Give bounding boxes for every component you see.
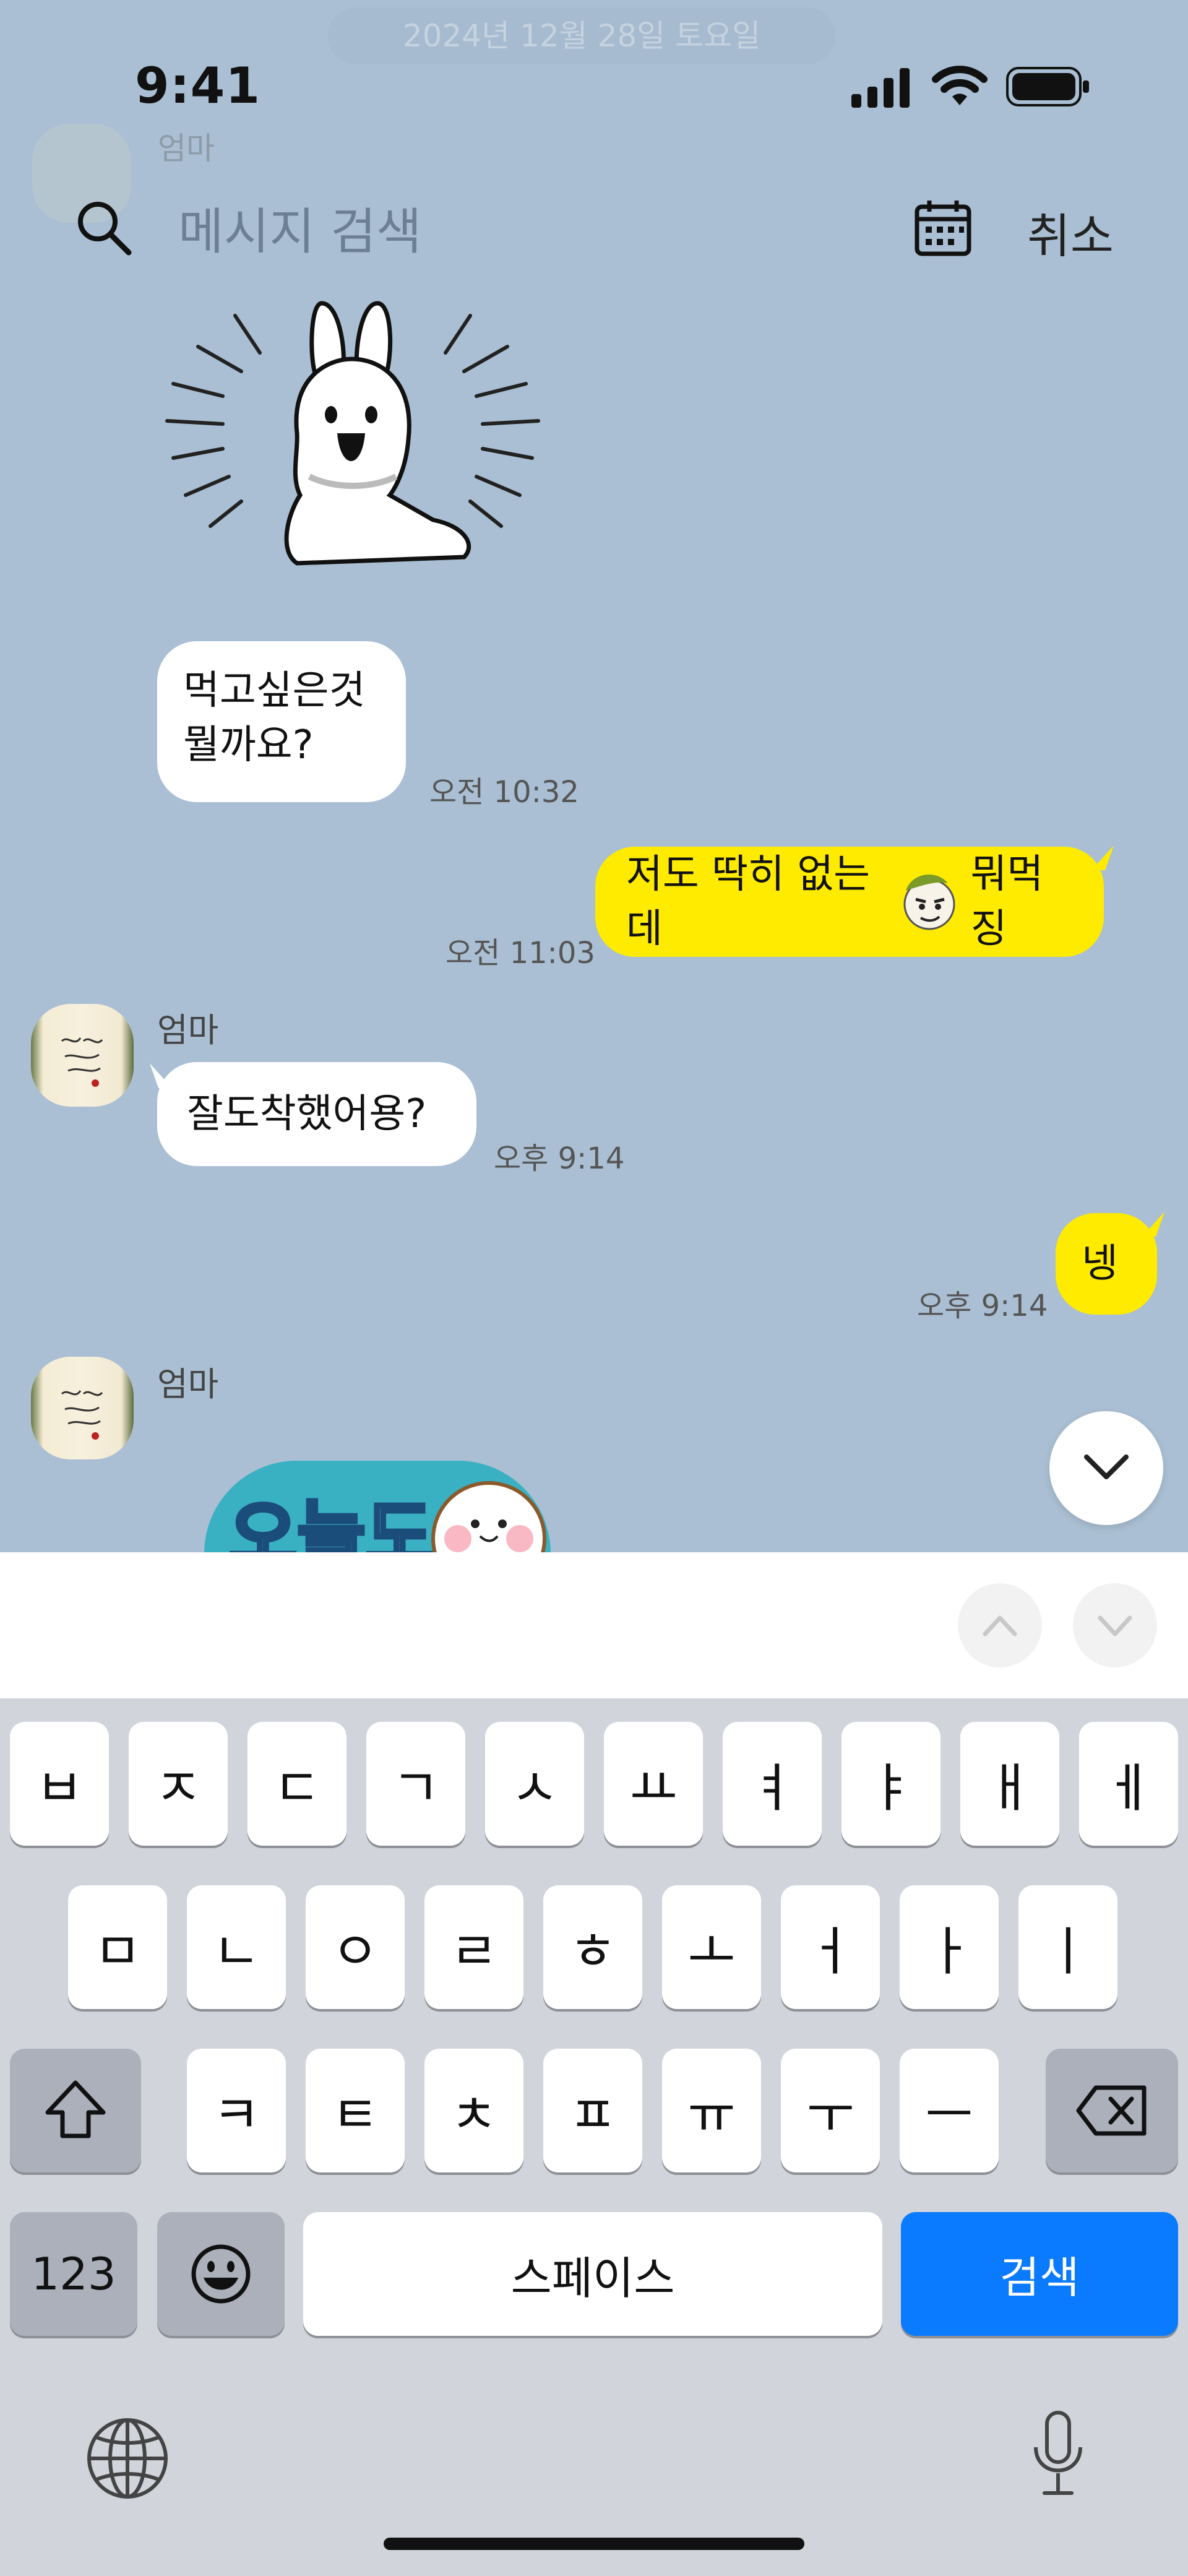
previous-result-button[interactable]: [958, 1583, 1042, 1667]
key[interactable]: ㄱ: [366, 1722, 465, 1846]
sticker-text: 오늘도: [227, 1492, 436, 1552]
message-time: 오전 10:32: [429, 775, 579, 810]
key[interactable]: ㅅ: [485, 1722, 584, 1846]
wifi-icon: [932, 66, 988, 105]
my-message-bubble[interactable]: 저도 딱히 없는데 뭐먹징: [595, 847, 1104, 957]
emoji-key[interactable]: [157, 2212, 285, 2336]
key[interactable]: ㅜ: [781, 2049, 880, 2172]
key[interactable]: ㅎ: [543, 1885, 642, 2009]
calendar-icon[interactable]: [913, 198, 973, 257]
key[interactable]: ㄴ: [187, 1885, 286, 2009]
key[interactable]: ㅣ: [1018, 1885, 1117, 2009]
message-text: 뭐먹징: [970, 852, 1044, 952]
bubble-tail: [1142, 1212, 1164, 1237]
battery-icon: [1006, 67, 1089, 106]
message-bubble[interactable]: 잘도착했어용?: [157, 1062, 476, 1166]
chevron-down-icon: [1084, 1454, 1129, 1479]
message-bubble[interactable]: 먹고싶은것 뭘까요?: [157, 641, 406, 802]
avatar-image: [61, 1390, 103, 1440]
message-time: 오전 11:03: [446, 936, 595, 970]
search-result-nav: [0, 1552, 1188, 1698]
key[interactable]: ㄷ: [248, 1722, 346, 1846]
key[interactable]: ㅍ: [543, 2049, 642, 2172]
space-key[interactable]: 스페이스: [303, 2212, 882, 2336]
key[interactable]: ㅓ: [781, 1885, 880, 2009]
bubble-tail: [1091, 845, 1114, 870]
search-icon: [78, 202, 132, 256]
message-text: 잘도착했어용?: [187, 1091, 427, 1137]
globe-icon[interactable]: [84, 2415, 171, 2502]
backspace-icon: [1076, 2085, 1147, 2136]
message-time: 오후 9:14: [917, 1289, 1048, 1323]
key[interactable]: ㅔ: [1079, 1722, 1178, 1846]
search-key[interactable]: 검색: [901, 2212, 1178, 2336]
message-line: 뭘까요?: [183, 722, 314, 768]
message-line: 먹고싶은것: [183, 668, 366, 714]
key[interactable]: ㅇ: [306, 1885, 405, 2009]
key[interactable]: ㄹ: [424, 1885, 523, 2009]
microphone-icon[interactable]: [1027, 2409, 1089, 2502]
shift-key[interactable]: [10, 2049, 141, 2172]
key[interactable]: ㅕ: [723, 1722, 822, 1846]
avatar[interactable]: [31, 1004, 134, 1107]
ghost-sender-name: 엄마: [158, 131, 215, 166]
home-indicator: [384, 2538, 804, 2550]
greeting-sticker: 오늘도: [204, 1461, 575, 1552]
message-text: 넹: [1082, 1241, 1118, 1287]
search-input[interactable]: 메시지 검색: [178, 192, 421, 264]
avatar[interactable]: [31, 1357, 134, 1459]
sender-name: 엄마: [157, 1365, 219, 1404]
status-time: 9:41: [135, 57, 260, 115]
key[interactable]: ㅂ: [10, 1722, 109, 1846]
delete-key[interactable]: [1046, 2049, 1178, 2172]
message-time: 오후 9:14: [494, 1141, 625, 1176]
key[interactable]: ㅛ: [604, 1722, 703, 1846]
rabbit-sticker: [165, 301, 540, 566]
date-divider: 2024년 12월 28일 토요일: [328, 7, 835, 64]
cancel-button[interactable]: 취소: [1027, 198, 1114, 266]
avatar-image: [61, 1037, 103, 1087]
chevron-up-icon: [983, 1615, 1017, 1636]
face-emoticon-icon: [900, 872, 959, 931]
key[interactable]: ㅡ: [900, 2049, 999, 2172]
key[interactable]: ㅗ: [662, 1885, 761, 2009]
key[interactable]: ㅈ: [129, 1722, 228, 1846]
chevron-down-icon: [1098, 1615, 1132, 1636]
key[interactable]: ㅌ: [306, 2049, 405, 2172]
signal-icon: [851, 68, 910, 108]
message-text: 저도 딱히 없는데: [626, 852, 870, 952]
key[interactable]: ㅐ: [960, 1722, 1059, 1846]
numbers-key[interactable]: 123: [10, 2212, 137, 2336]
scroll-down-button[interactable]: [1049, 1411, 1163, 1525]
sender-name: 엄마: [157, 1011, 219, 1050]
emoji-icon: [191, 2244, 251, 2304]
key[interactable]: ㅁ: [68, 1885, 167, 2009]
key[interactable]: ㅏ: [900, 1885, 999, 2009]
key[interactable]: ㅠ: [662, 2049, 761, 2172]
key[interactable]: ㅑ: [842, 1722, 940, 1846]
keyboard: ㅂ ㅈ ㄷ ㄱ ㅅ ㅛ ㅕ ㅑ ㅐ ㅔ ㅁ ㄴ ㅇ ㄹ ㅎ ㅗ ㅓ ㅏ ㅣ ㅋ …: [0, 1698, 1188, 2576]
key[interactable]: ㅊ: [424, 2049, 523, 2172]
smiley-icon: [431, 1481, 546, 1552]
key[interactable]: ㅋ: [187, 2049, 286, 2172]
shift-icon: [45, 2080, 106, 2138]
next-result-button[interactable]: [1073, 1583, 1157, 1667]
